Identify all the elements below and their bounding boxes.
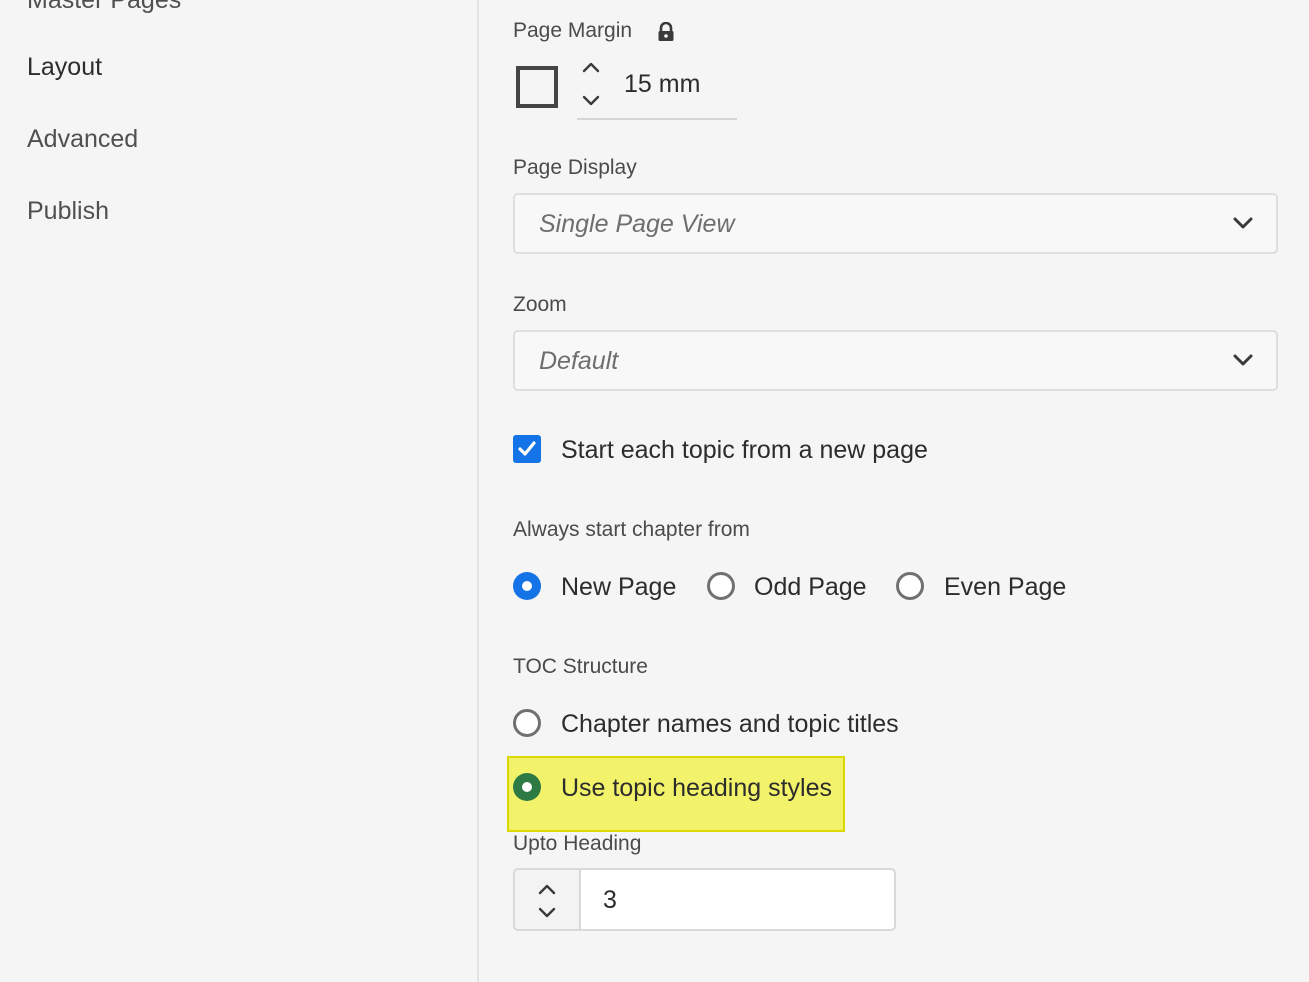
odd-page-radio[interactable]: [707, 572, 735, 600]
zoom-label: Zoom: [513, 293, 567, 316]
margin-all-sides-icon[interactable]: [516, 66, 558, 108]
topic-heading-styles-label[interactable]: Use topic heading styles: [561, 776, 832, 801]
chevron-down-icon: [1232, 353, 1254, 372]
even-page-radio[interactable]: [896, 572, 924, 600]
chapter-names-radio[interactable]: [513, 709, 541, 737]
upto-heading-label: Upto Heading: [513, 832, 642, 855]
odd-page-label[interactable]: Odd Page: [754, 575, 867, 600]
upto-heading-stepper[interactable]: [515, 870, 581, 929]
start-topic-new-page-label[interactable]: Start each topic from a new page: [561, 438, 928, 463]
page-display-label: Page Display: [513, 156, 637, 179]
chevron-down-icon: [1232, 216, 1254, 235]
chapter-start-label: Always start chapter from: [513, 518, 750, 541]
topic-heading-styles-radio[interactable]: [513, 773, 541, 801]
upto-heading-field[interactable]: 3: [513, 868, 896, 931]
chevron-down-icon[interactable]: [538, 906, 556, 924]
layout-settings-panel: Page Margin 15 mm Page Display Single Pa…: [479, 0, 1309, 982]
new-page-label[interactable]: New Page: [561, 575, 676, 600]
even-page-label[interactable]: Even Page: [944, 575, 1066, 600]
page-margin-label: Page Margin: [513, 19, 633, 42]
page-display-dropdown[interactable]: Single Page View: [513, 193, 1278, 254]
toc-structure-label: TOC Structure: [513, 655, 648, 678]
sidebar-nav: Master Pages Layout Advanced Publish: [0, 0, 479, 982]
sidebar-item-master-pages[interactable]: Master Pages: [27, 0, 181, 13]
lock-icon[interactable]: [657, 21, 675, 47]
page-display-value: Single Page View: [539, 210, 735, 238]
zoom-dropdown[interactable]: Default: [513, 330, 1278, 391]
zoom-value: Default: [539, 347, 619, 375]
sidebar-item-advanced[interactable]: Advanced: [27, 127, 138, 152]
chapter-names-label[interactable]: Chapter names and topic titles: [561, 712, 899, 737]
chevron-up-icon[interactable]: [582, 60, 600, 78]
chevron-down-icon[interactable]: [582, 94, 600, 112]
chevron-up-icon[interactable]: [538, 882, 556, 900]
page-margin-value[interactable]: 15 mm: [624, 72, 700, 97]
upto-heading-value[interactable]: 3: [603, 888, 617, 913]
new-page-radio[interactable]: [513, 572, 541, 600]
start-topic-new-page-checkbox[interactable]: [513, 435, 541, 463]
sidebar-item-layout[interactable]: Layout: [27, 55, 102, 80]
checkmark-icon: [518, 441, 536, 456]
sidebar-item-publish[interactable]: Publish: [27, 199, 109, 224]
